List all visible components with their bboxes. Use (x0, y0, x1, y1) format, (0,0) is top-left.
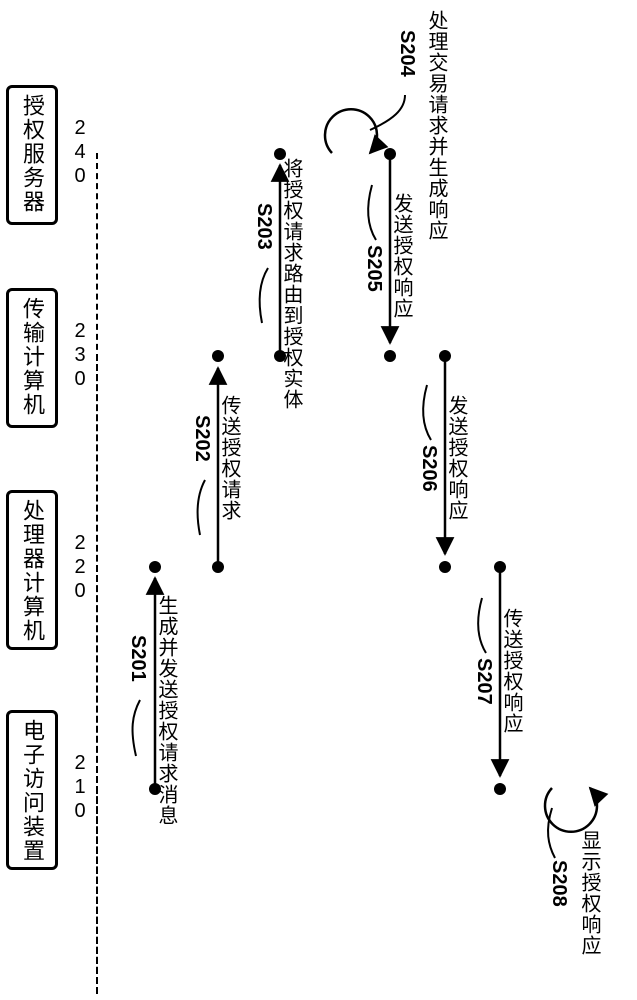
step-code-s202: S202 (190, 415, 213, 462)
leader-s201 (133, 700, 140, 756)
leader-s204 (370, 95, 405, 130)
step-text-s206: 发送授权响应 (442, 395, 470, 521)
step-code-s207: S207 (472, 658, 495, 705)
lane-box-device: 电子访问装置 (6, 710, 58, 870)
lane-ref-device: 210 (68, 752, 91, 824)
step-code-s201: S201 (126, 635, 149, 682)
step-text-s203: 将授权请求路由到授权实体 (277, 158, 305, 410)
step-text-s205: 发送授权响应 (387, 193, 415, 319)
lane-label-device: 电子访问装置 (16, 713, 48, 863)
dot-s201-dst (149, 561, 161, 573)
dot-s205-dst (384, 350, 396, 362)
step-text-s207: 传送授权响应 (497, 608, 525, 734)
lane-label-processor: 处理器计算机 (16, 493, 48, 643)
step-code-s208: S208 (547, 860, 570, 907)
step-code-s205: S205 (362, 245, 385, 292)
dot-s206-dst (439, 561, 451, 573)
dot-s207-src (494, 561, 506, 573)
step-code-s204: S204 (395, 30, 418, 77)
step-code-s203: S203 (252, 203, 275, 250)
leader-s207 (478, 598, 486, 653)
lane-ref-authsrv: 240 (68, 117, 91, 189)
lane-label-transport: 传输计算机 (16, 291, 48, 417)
step-code-s206: S206 (417, 445, 440, 492)
selfloop-s204 (325, 109, 377, 153)
leader-s206 (423, 385, 431, 440)
lane-box-authsrv: 授权服务器 (6, 85, 58, 225)
lane-box-transport: 传输计算机 (6, 288, 58, 428)
dot-s202-src (212, 561, 224, 573)
step-text-s202: 传送授权请求 (215, 395, 243, 521)
leader-s203 (260, 268, 268, 323)
dot-s207-dst (494, 783, 506, 795)
step-text-s208: 显示授权响应 (575, 830, 603, 956)
lane-box-processor: 处理器计算机 (6, 490, 58, 650)
step-text-s201: 生成并发送授权请求消息 (152, 595, 180, 826)
step-text-s204: 处理交易请求并生成响应 (422, 10, 450, 241)
leader-s205 (368, 185, 376, 240)
dot-s206-src (439, 350, 451, 362)
selfloop-s208 (545, 788, 597, 832)
leader-s208 (548, 808, 555, 858)
lifeline-device (96, 788, 98, 994)
lane-ref-processor: 220 (68, 532, 91, 604)
lane-ref-transport: 230 (68, 320, 91, 392)
dot-s205-src (384, 148, 396, 160)
lane-label-authsrv: 授权服务器 (16, 88, 48, 214)
dot-s202-dst (212, 350, 224, 362)
sequence-diagram: 电子访问装置 210 处理器计算机 220 传输计算机 230 授权服务器 24… (0, 0, 637, 1000)
leader-s202 (198, 480, 205, 535)
